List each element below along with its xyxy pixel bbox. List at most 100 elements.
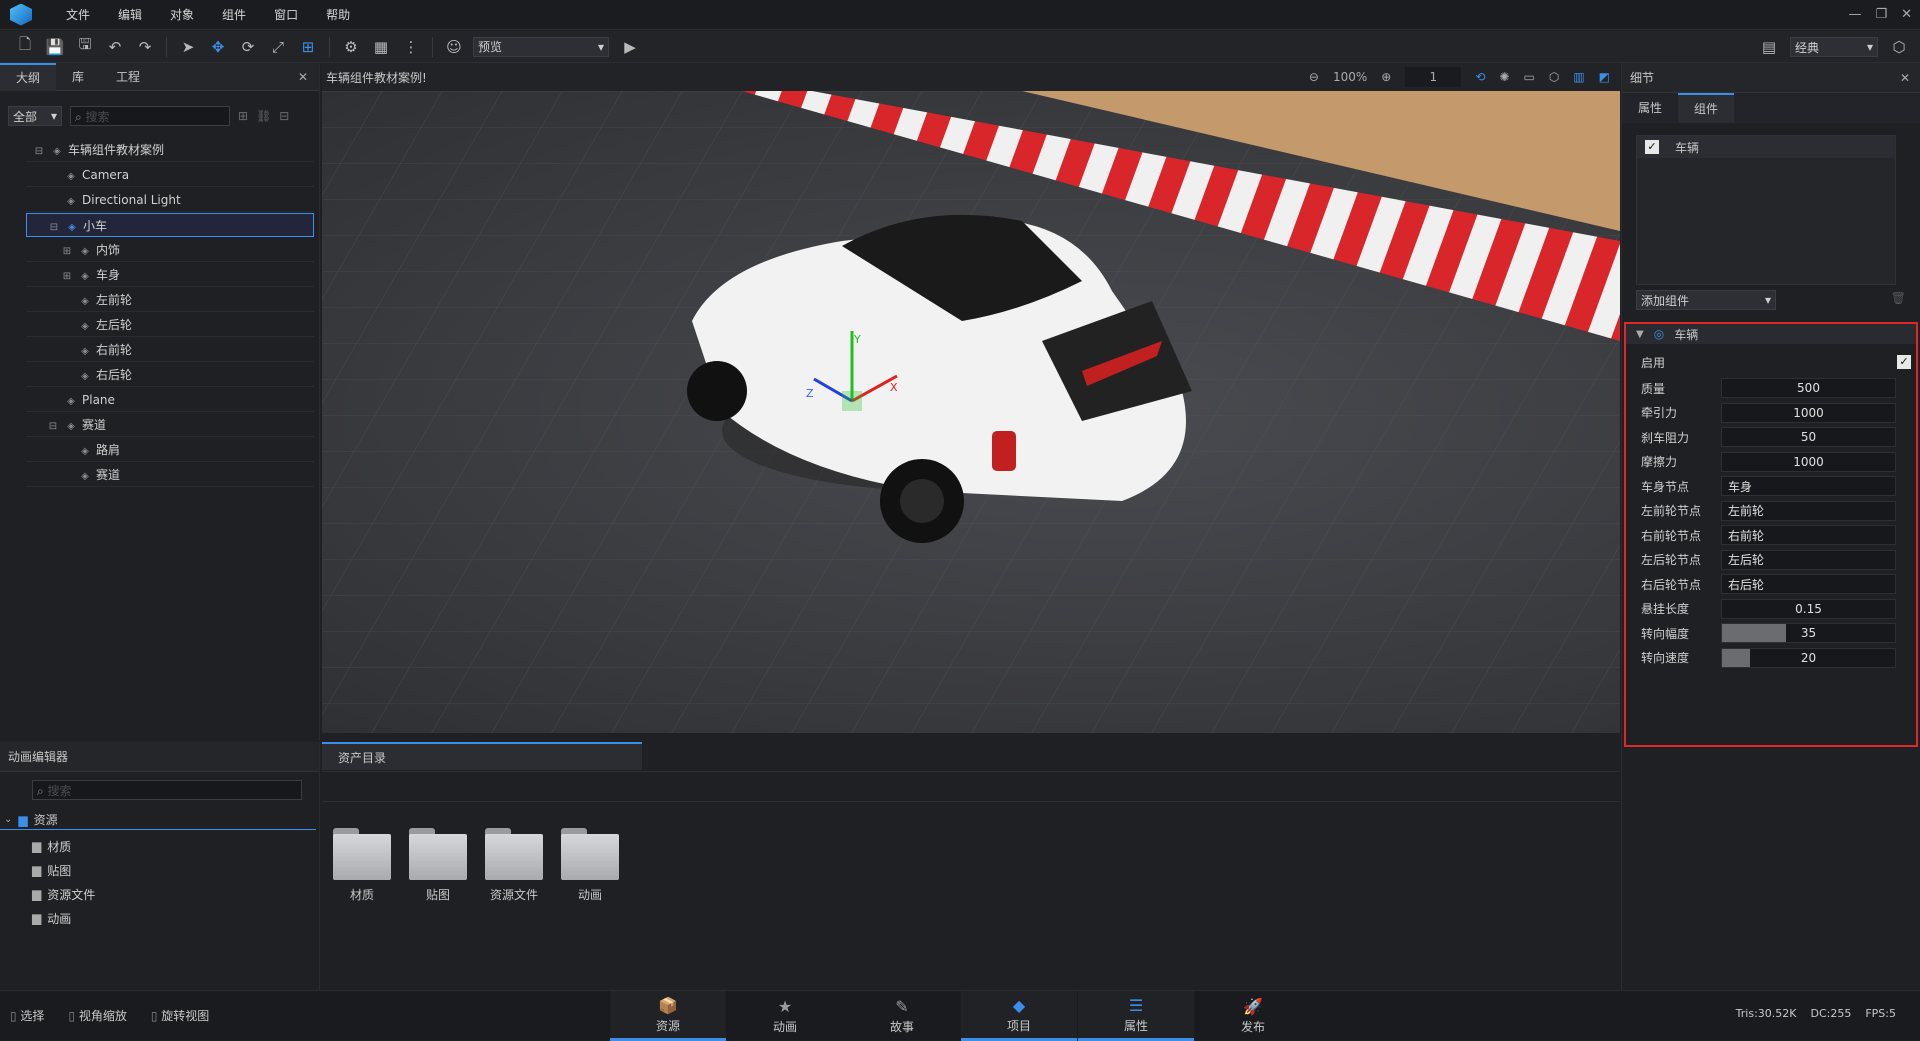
filter-select[interactable]: 全部 ▾ [8,106,62,126]
tree-node[interactable]: ◈ 右前轮 [26,338,314,362]
snap-grid-icon[interactable]: ⋮ [400,36,422,58]
tree-node[interactable]: ◈ Directional Light [26,188,314,212]
collapse-icon[interactable]: ⊟ [279,109,289,123]
asset-folder[interactable]: 资源文件 [484,828,544,903]
save-all-icon[interactable]: 🖫 [74,35,96,58]
property-input[interactable]: 右前轮 [1721,525,1896,545]
property-slider[interactable]: 35 [1721,623,1896,643]
anim-folder-item[interactable]: ▆ 材质 [32,834,95,858]
select-tool-icon[interactable]: ➤ [177,36,199,58]
layout-icon[interactable]: ▤ [1758,36,1780,58]
bottom-tab[interactable]: ☰ 属性 [1078,991,1194,1041]
tree-node[interactable]: ◈ Camera [26,163,314,187]
menu-component[interactable]: 组件 [208,0,260,30]
tree-node[interactable]: ◈ 赛道 [26,463,314,487]
tree-node[interactable]: ⊟ ◈ 赛道 [26,413,314,437]
tab-components[interactable]: 组件 [1678,93,1735,123]
character-icon[interactable]: ☺ [443,36,465,58]
trash-icon[interactable]: 🗑 [1891,291,1906,305]
bottom-tab[interactable]: ✎ 故事 [844,991,960,1041]
tab-outline[interactable]: 大纲 [0,62,57,91]
scene-viewport[interactable]: 车辆组件教材案例! ⊖ 100% ⊕ 1 ⟲ ✺ ▭ ⬡ ▥ ◩ Y X Z [322,63,1620,733]
pivot-icon[interactable]: ⚙ [340,36,362,58]
anim-folder-item[interactable]: ▆ 资源文件 [32,882,95,906]
collapse-toggle-icon[interactable]: ⊟ [46,415,60,439]
filter-icon[interactable]: ⊞ [238,109,248,123]
transform-space-icon[interactable]: ⊞ [297,36,319,58]
bottom-tab[interactable]: ◆ 项目 [961,991,1077,1041]
tab-properties[interactable]: 属性 [1622,93,1678,123]
asset-root[interactable]: ⌄ ▆ 资源 [0,810,316,830]
add-component-select[interactable]: 添加组件 ▾ [1636,290,1776,310]
bottom-tab[interactable]: ★ 动画 [727,991,843,1041]
tree-node[interactable]: ◈ 左前轮 [26,288,314,312]
menu-window[interactable]: 窗口 [260,0,312,30]
scene-render[interactable]: Y X Z [322,91,1620,733]
tree-node[interactable]: ◈ 左后轮 [26,313,314,337]
collapse-toggle-icon[interactable]: ⊟ [47,216,61,240]
bottom-tab[interactable]: 🚀 发布 [1195,991,1311,1041]
minimize-button[interactable]: — [1848,0,1861,30]
move-tool-icon[interactable]: ✥ [207,36,229,58]
tree-node[interactable]: ◈ Plane [26,388,314,412]
scale-tool-icon[interactable]: ⤢ [267,36,289,58]
undo-icon[interactable]: ↶ [104,36,126,58]
asset-folder[interactable]: 材质 [332,828,392,903]
collapse-toggle-icon[interactable]: ⊟ [32,140,46,164]
orbit-icon[interactable]: ⟲ [1475,70,1485,84]
asset-folder[interactable]: 动画 [560,828,620,903]
tree-node[interactable]: ⊟ ◈ 小车 [26,213,314,237]
frame-input[interactable]: 1 [1405,67,1462,87]
close-icon[interactable]: ✕ [1900,71,1910,85]
redo-icon[interactable]: ↷ [134,36,156,58]
zoom-in-icon[interactable]: ⊕ [1381,70,1391,84]
menu-help[interactable]: 帮助 [312,0,364,30]
expand-toggle-icon[interactable]: ⊞ [60,240,74,264]
grid-icon[interactable]: ▦ [370,36,392,58]
tree-node[interactable]: ⊞ ◈ 车身 [26,263,314,287]
property-input[interactable]: 左后轮 [1721,549,1896,570]
maximize-button[interactable]: ❐ [1875,0,1887,30]
close-icon[interactable]: ✕ [298,70,308,84]
settings-icon[interactable]: ⬡ [1888,36,1910,58]
tab-project[interactable]: 工程 [100,63,156,91]
expand-toggle-icon[interactable]: ⊞ [60,265,74,289]
menu-edit[interactable]: 编辑 [104,0,156,30]
property-input[interactable]: 0.15 [1721,598,1896,619]
anim-folder-item[interactable]: ▆ 贴图 [32,858,95,882]
link-icon[interactable]: ⛓ [256,109,271,123]
camera-icon[interactable]: ▭ [1523,70,1534,84]
tree-node[interactable]: ◈ 路肩 [26,438,314,462]
tree-node[interactable]: ◈ 右后轮 [26,363,314,387]
tab-asset-directory[interactable]: 资产目录 [322,742,642,770]
chevron-down-icon[interactable]: ⌄ [4,814,12,825]
menu-object[interactable]: 对象 [156,0,208,30]
new-file-icon[interactable]: 🗋 [14,35,36,58]
outline-search-input[interactable]: ⌕ 搜索 [70,106,230,126]
menu-file[interactable]: 文件 [52,0,104,30]
property-input[interactable]: 车身 [1721,476,1896,496]
tab-library[interactable]: 库 [56,63,100,91]
zoom-out-icon[interactable]: ⊖ [1309,70,1319,84]
perspective-icon[interactable]: ▥ [1573,70,1584,84]
tree-node[interactable]: ⊟ ◈ 车辆组件教材案例 [26,138,314,162]
property-input[interactable]: 1000 [1721,451,1896,472]
tree-node[interactable]: ⊞ ◈ 内饰 [26,238,314,262]
asset-folder[interactable]: 贴图 [408,828,468,903]
enabled-checkbox[interactable]: ✓ [1897,355,1911,369]
close-window-button[interactable]: ✕ [1901,0,1912,30]
component-checkbox[interactable]: ✓ [1645,140,1659,154]
collapse-arrow-icon[interactable]: ▼ [1636,329,1644,340]
anim-search-input[interactable]: ⌕ 搜索 [32,780,302,800]
anim-folder-item[interactable]: ▆ 动画 [32,906,95,930]
bottom-tab[interactable]: 📦 资源 [610,991,726,1041]
cube-icon[interactable]: ⬡ [1549,70,1559,84]
render-mode-icon[interactable]: ◩ [1599,70,1610,84]
property-input[interactable]: 1000 [1721,402,1896,423]
property-input[interactable]: 左前轮 [1721,500,1896,521]
property-input[interactable]: 500 [1721,378,1896,398]
play-icon[interactable]: ▶ [619,36,641,58]
component-list-item[interactable]: ✓ 车辆 [1637,136,1895,158]
property-input[interactable]: 50 [1721,427,1896,447]
layout-select[interactable]: 经典 ▾ [1790,37,1878,57]
